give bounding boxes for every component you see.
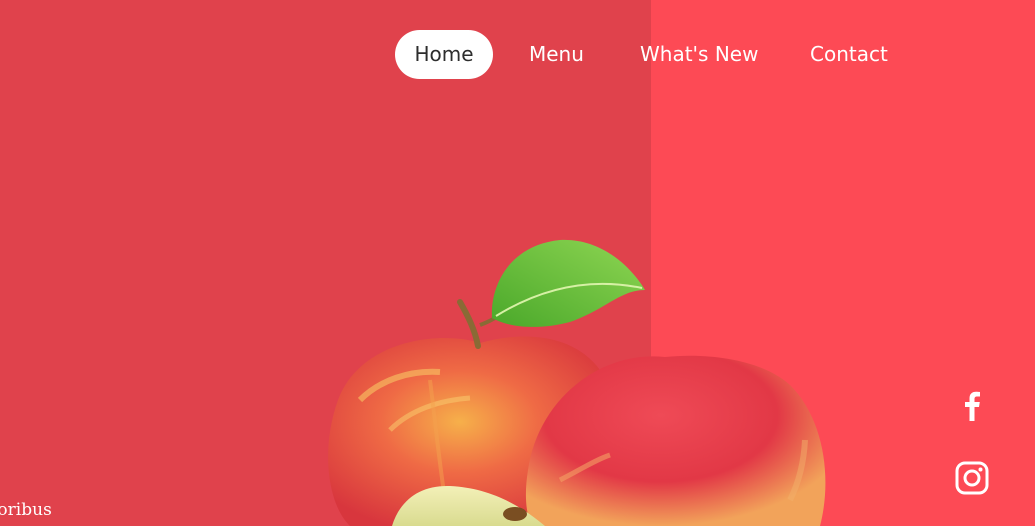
facebook-icon[interactable] (952, 386, 992, 426)
nav-menu-link[interactable]: Menu (529, 30, 584, 79)
hero-apples-image (328, 239, 826, 526)
nav-contact-link[interactable]: Contact (810, 30, 888, 79)
footer-text-fragment: loribus (0, 500, 52, 520)
instagram-icon[interactable] (952, 458, 992, 498)
nav-home-link[interactable]: Home (395, 30, 493, 79)
nav-whats-new-link[interactable]: What's New (640, 30, 758, 79)
